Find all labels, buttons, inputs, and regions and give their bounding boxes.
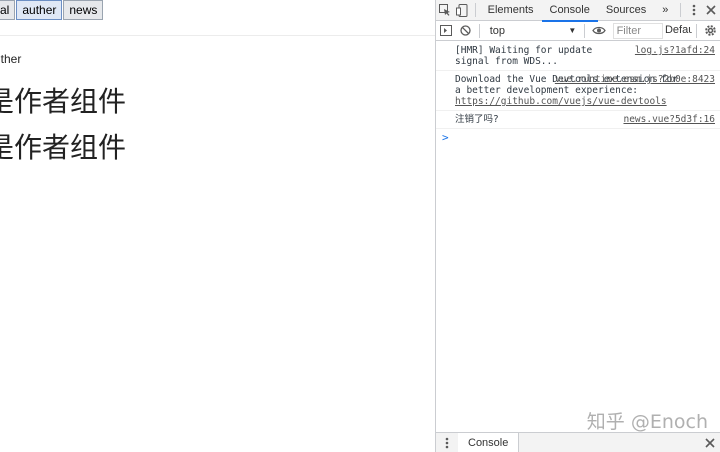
route-nav: al auther news [0, 0, 104, 21]
tab-console[interactable]: Console [541, 0, 599, 22]
tab-sources[interactable]: Sources [598, 0, 654, 21]
kebab-menu-icon[interactable] [685, 0, 702, 21]
message-source-link[interactable]: vue.runtime.esm.js?2b0e:8423 [555, 74, 715, 85]
drawer-bar: Console [436, 432, 720, 452]
context-value: top [489, 24, 506, 37]
console-messages: log.js?1afd:24 [HMR] Waiting for update … [436, 42, 720, 146]
toolbar-separator [695, 23, 697, 38]
nav-button-auther[interactable]: auther [16, 0, 63, 20]
settings-gear-icon[interactable] [701, 20, 720, 41]
show-sidebar-icon[interactable] [436, 20, 455, 41]
close-icon[interactable] [703, 0, 720, 21]
toolbar-separator [584, 23, 586, 38]
message-source-link[interactable]: log.js?1afd:24 [635, 45, 715, 56]
nav-button-al[interactable]: al [0, 0, 16, 20]
eye-icon[interactable] [589, 20, 608, 41]
close-drawer-icon[interactable] [699, 432, 720, 452]
console-message: news.vue?5d3f:16 注销了吗? [436, 111, 720, 129]
device-toolbar-icon[interactable] [453, 0, 470, 21]
divider [0, 35, 435, 36]
inspect-element-icon[interactable] [436, 0, 453, 21]
web-page: al auther news uther 是作者组件 是作者组件 [0, 0, 435, 452]
console-message: log.js?1afd:24 [HMR] Waiting for update … [436, 42, 720, 71]
route-label: uther [0, 52, 22, 66]
nav-button-news[interactable]: news [63, 0, 104, 20]
drawer-menu-icon[interactable] [436, 432, 458, 452]
clear-console-icon[interactable] [455, 20, 474, 41]
message-text: [HMR] Waiting for update signal from WDS… [455, 45, 599, 67]
devtools-panel: Elements Console Sources » top ▼ Filter … [435, 0, 720, 452]
console-toolbar: top ▼ Filter Defau [436, 21, 720, 41]
drawer-tab-console[interactable]: Console [458, 432, 520, 452]
context-selector[interactable]: top ▼ [486, 23, 581, 39]
console-message: vue.runtime.esm.js?2b0e:8423 Download th… [436, 71, 720, 111]
watermark: 知乎 @Enoch [586, 411, 708, 433]
tab-separator [474, 3, 476, 17]
more-tabs-button[interactable]: » [654, 0, 676, 21]
log-levels-dropdown[interactable]: Defau [663, 23, 692, 39]
toolbar-separator [478, 23, 480, 38]
dropdown-arrow-icon: ▼ [568, 26, 577, 35]
vue-devtools-link[interactable]: https://github.com/vuejs/vue-devtools [455, 96, 667, 107]
tab-elements[interactable]: Elements [480, 0, 542, 21]
component-heading-1: 是作者组件 [0, 85, 127, 118]
message-source-link[interactable]: news.vue?5d3f:16 [623, 114, 715, 125]
console-prompt[interactable]: > [436, 129, 720, 146]
component-heading-2: 是作者组件 [0, 131, 127, 164]
devtools-tabbar: Elements Console Sources » [436, 0, 720, 22]
filter-input[interactable]: Filter [612, 22, 663, 39]
tab-separator [680, 3, 682, 17]
